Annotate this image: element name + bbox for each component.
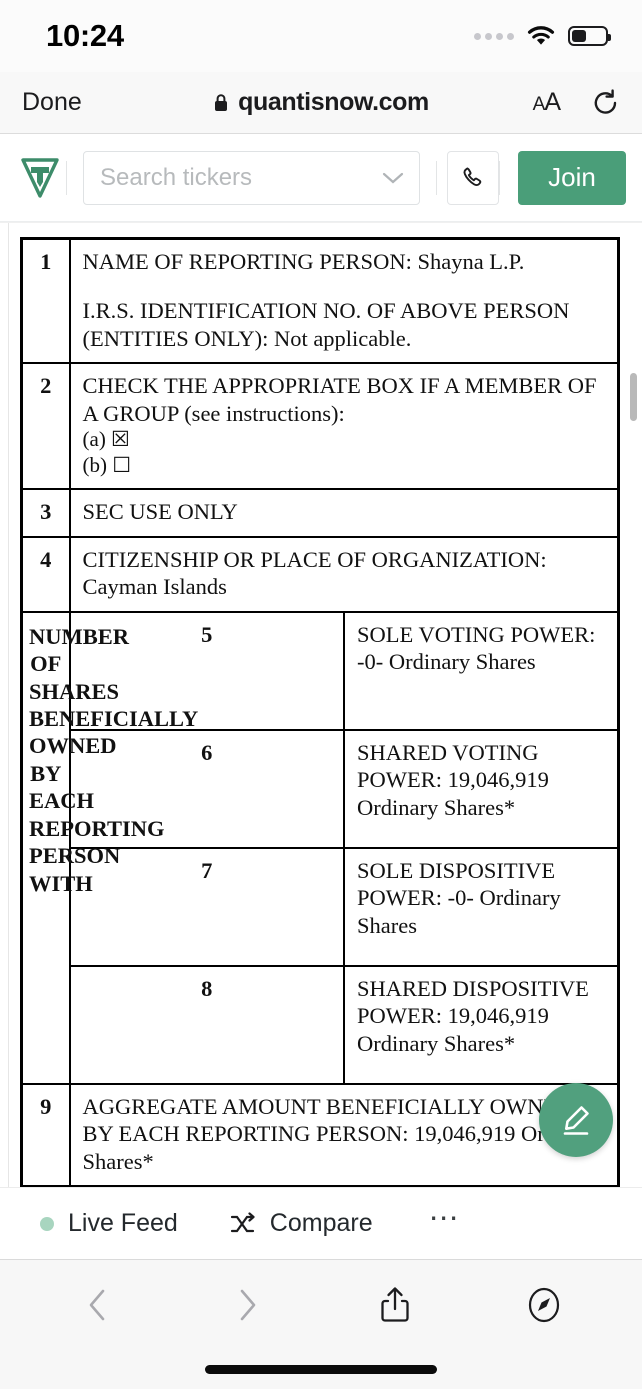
done-button[interactable]: Done — [22, 88, 82, 117]
url-text[interactable]: quantisnow.com — [238, 88, 429, 117]
signal-dots-icon — [474, 32, 514, 40]
home-indicator — [205, 1364, 437, 1374]
row-line: NAME OF REPORTING PERSON: Shayna L.P. — [82, 249, 525, 274]
checkbox-option-a[interactable]: (a) ☒ — [83, 427, 608, 453]
row-content: AGGREGATE AMOUNT BENEFICIALLY OWNED BY E… — [68, 1082, 620, 1187]
chevron-right-icon — [233, 1287, 261, 1323]
lock-icon — [213, 93, 229, 113]
tab-live-feed[interactable]: Live Feed — [40, 1209, 178, 1238]
row-content: SOLE VOTING POWER: -0- Ordinary Shares — [343, 610, 620, 731]
table-row: NUMBER OF SHARES BENEFICIALLY OWNED BY E… — [20, 610, 620, 1085]
row-content: CHECK THE APPROPRIATE BOX IF A MEMBER OF… — [68, 362, 620, 491]
battery-icon — [568, 26, 611, 46]
quantisnow-logo-icon[interactable] — [14, 157, 66, 199]
header-divider-2 — [436, 160, 437, 195]
checkbox-option-b[interactable]: (b) ☐ — [83, 453, 608, 479]
live-dot-icon — [40, 1216, 54, 1231]
row-content: SEC USE ONLY — [68, 488, 620, 538]
edit-fab-button[interactable] — [539, 1083, 613, 1157]
back-button[interactable] — [63, 1277, 133, 1333]
row-number: 2 — [20, 362, 71, 491]
search-input-wrapper[interactable] — [83, 150, 420, 205]
status-bar-clock: 10:24 — [46, 18, 124, 53]
schedule-13d-cover-table: 1 NAME OF REPORTING PERSON: Shayna L.P. … — [20, 237, 620, 1187]
header-divider-3 — [499, 160, 500, 195]
site-header: Join — [0, 134, 642, 222]
table-row: 10 CHECK BOX IF THE AGGREGATE AMOUNT IN … — [20, 1185, 620, 1187]
row-number: 9 — [20, 1082, 71, 1187]
text-size-button[interactable]: AA — [533, 88, 561, 117]
row-content: CHECK BOX IF THE AGGREGATE AMOUNT IN ROW… — [68, 1185, 620, 1187]
tab-live-feed-label: Live Feed — [68, 1209, 178, 1237]
share-button[interactable] — [360, 1277, 430, 1333]
page-scrollbar[interactable] — [630, 373, 637, 421]
row-number: 3 — [20, 488, 71, 538]
share-icon — [378, 1285, 412, 1325]
pencil-edit-icon — [558, 1102, 594, 1138]
safari-top-bar: Done quantisnow.com AA — [0, 72, 642, 134]
row-line: CHECK THE APPROPRIATE BOX IF A MEMBER OF… — [82, 373, 597, 426]
phone-icon — [458, 163, 488, 193]
table-row: 1 NAME OF REPORTING PERSON: Shayna L.P. … — [20, 237, 620, 365]
home-indicator-area — [0, 1349, 642, 1389]
wifi-icon — [526, 25, 556, 47]
row-number: 1 — [20, 237, 71, 365]
table-row: 8 SHARED DISPOSITIVE POWER: 19,046,919 O… — [22, 964, 620, 1085]
table-row: 3 SEC USE ONLY — [20, 488, 620, 538]
document-left-rail — [8, 223, 9, 1187]
site-tab-bar: Live Feed Compare ⋯ — [0, 1187, 642, 1259]
row-content: NAME OF REPORTING PERSON: Shayna L.P. I.… — [68, 237, 620, 365]
safari-bottom-toolbar — [0, 1259, 642, 1349]
table-row: 4 CITIZENSHIP OR PLACE OF ORGANIZATION: … — [20, 535, 620, 613]
shares-side-label: NUMBER OF SHARES BENEFICIALLY OWNED BY E… — [20, 610, 198, 1085]
status-bar-indicators — [474, 25, 611, 47]
row-content: CITIZENSHIP OR PLACE OF ORGANIZATION: Ca… — [68, 535, 620, 613]
chevron-down-icon[interactable] — [381, 171, 405, 185]
safari-top-actions: AA — [533, 88, 620, 118]
document-viewport[interactable]: 1 NAME OF REPORTING PERSON: Shayna L.P. … — [0, 222, 642, 1187]
row-content: SHARED VOTING POWER: 19,046,919 Ordinary… — [343, 728, 620, 849]
tab-compare-label: Compare — [269, 1209, 373, 1237]
ios-status-bar: 10:24 — [0, 0, 642, 72]
search-input[interactable] — [100, 163, 381, 192]
row-number: 4 — [20, 535, 71, 613]
row-number: 10 — [20, 1185, 71, 1187]
row-number: 8 — [68, 964, 345, 1085]
join-button[interactable]: Join — [518, 150, 626, 205]
forward-button[interactable] — [212, 1277, 282, 1333]
header-divider-1 — [66, 160, 67, 195]
row-line: I.R.S. IDENTIFICATION NO. OF ABOVE PERSO… — [82, 298, 570, 351]
reload-icon[interactable] — [592, 88, 620, 118]
row-content: SHARED DISPOSITIVE POWER: 19,046,919 Ord… — [343, 964, 620, 1085]
phone-screen: 10:24 Done quantisnow.com AA Search tick… — [0, 0, 642, 1389]
shuffle-icon — [230, 1211, 256, 1236]
tab-more[interactable]: ⋯ — [429, 1201, 462, 1246]
tabs-button[interactable] — [509, 1277, 579, 1333]
chevron-left-icon — [84, 1287, 112, 1323]
safari-compass-icon — [525, 1286, 563, 1324]
phone-button[interactable] — [447, 150, 499, 205]
tab-compare[interactable]: Compare — [230, 1209, 373, 1238]
row-content: SOLE DISPOSITIVE POWER: -0- Ordinary Sha… — [343, 846, 620, 967]
table-row: 2 CHECK THE APPROPRIATE BOX IF A MEMBER … — [20, 362, 620, 491]
table-row: 9 AGGREGATE AMOUNT BENEFICIALLY OWNED BY… — [20, 1082, 620, 1187]
